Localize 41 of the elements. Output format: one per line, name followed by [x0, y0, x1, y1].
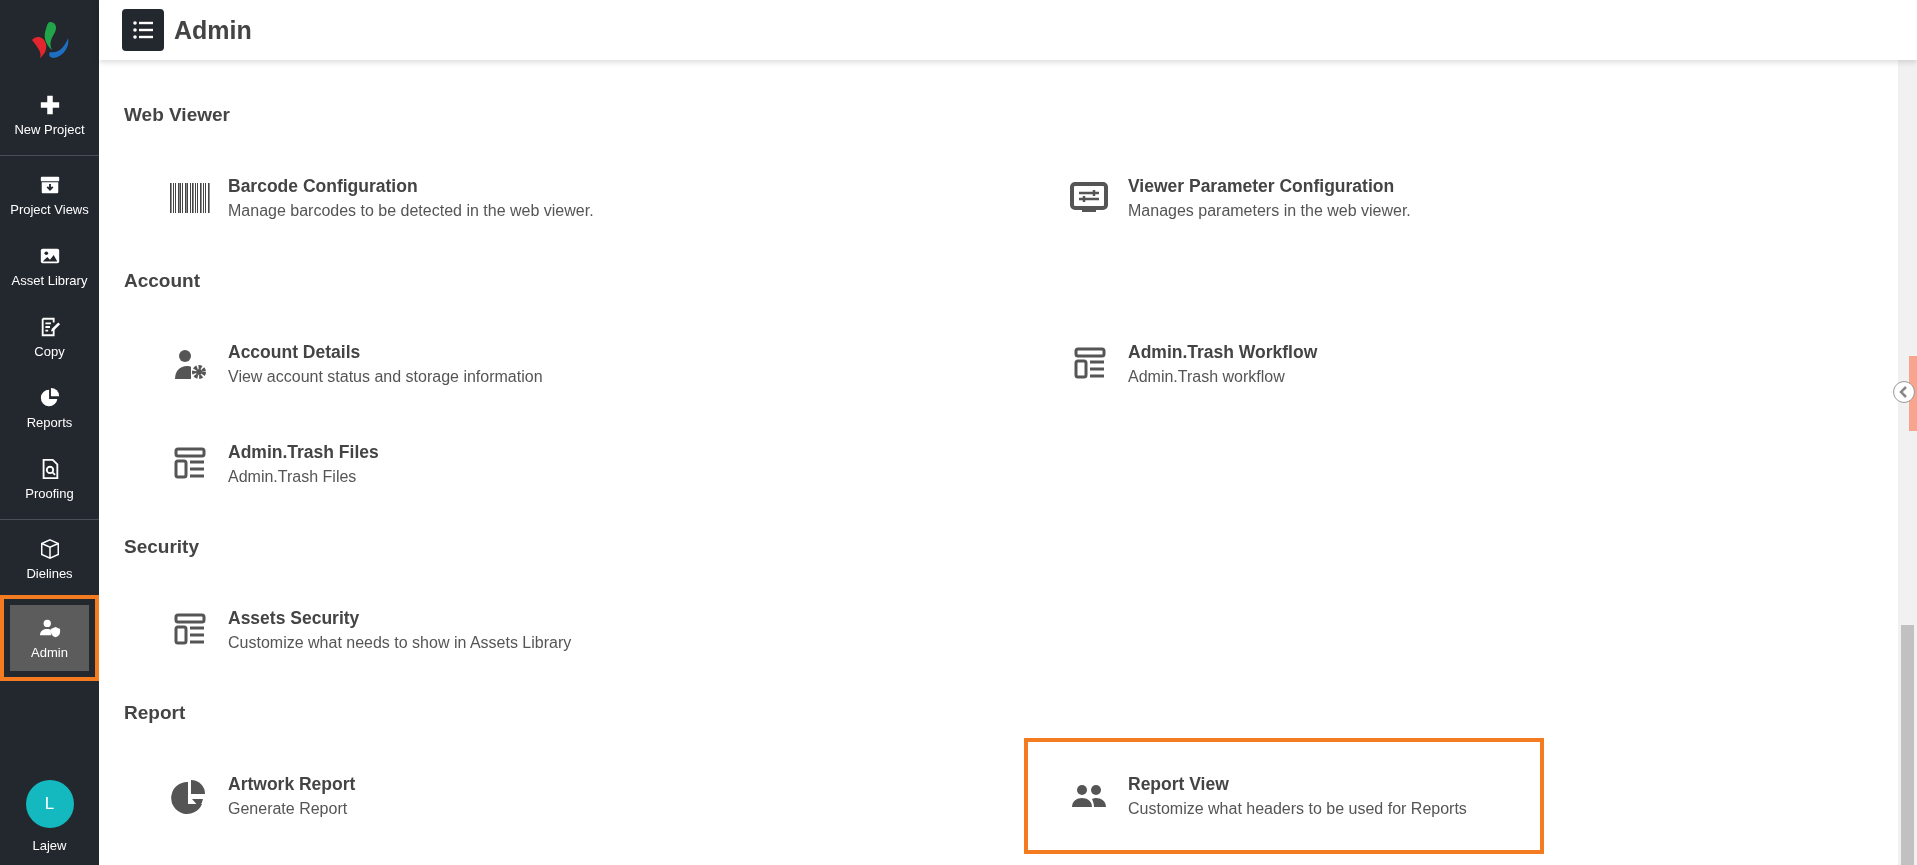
sidebar-item[interactable]: Asset Library [0, 231, 99, 302]
section-heading: Security [124, 536, 199, 558]
side-panel-tab[interactable] [1909, 356, 1917, 431]
card-title: Viewer Parameter Configuration [1128, 176, 1396, 197]
collapse-button[interactable] [1893, 381, 1915, 403]
plus-icon [38, 94, 61, 116]
sidebar-item[interactable]: Project Views [0, 160, 99, 231]
card-title: Barcode Configuration [228, 176, 419, 197]
card-title: Admin.Trash Workflow [1128, 342, 1318, 363]
settings-card[interactable]: Report View Customize what headers to be used for Reports [1024, 738, 1544, 854]
card-description: Customize what headers to be used for Reports [1128, 800, 1467, 818]
card-title: Artwork Report [228, 774, 356, 795]
card-title: Account Details [228, 342, 362, 363]
card-title: Admin.Trash Files [228, 442, 379, 463]
pie-icon [38, 387, 61, 409]
card-description: Generate Report [228, 800, 349, 818]
page-title: Admin [174, 15, 252, 45]
sidebar-item[interactable]: Proofing [0, 444, 99, 515]
card-description: Manages parameters in the web viewer. [1128, 202, 1411, 220]
card-description: View account status and storage information [228, 368, 543, 386]
menu-button[interactable] [122, 9, 164, 51]
section-heading: Report [124, 702, 186, 724]
user-name: Lajew [32, 838, 67, 853]
archive-icon [38, 174, 61, 196]
scrollbar[interactable] [1898, 60, 1917, 865]
sidebar-item[interactable]: Dielines [0, 524, 99, 595]
card-description: Admin.Trash workflow [1128, 368, 1286, 386]
sidebar-item[interactable]: New Project [0, 80, 99, 151]
section-heading: Account [124, 270, 200, 292]
card-title: Assets Security [228, 608, 361, 629]
chevron-left-icon [1899, 386, 1909, 398]
sidebar-item[interactable]: Reports [0, 373, 99, 444]
card-description: Manage barcodes to be detected in the web viewer. [228, 202, 594, 220]
box-icon [38, 538, 61, 560]
section-heading: Web Viewer [124, 104, 230, 126]
sidebar-item[interactable]: Copy [0, 302, 99, 373]
card-description: Admin.Trash Files [228, 468, 358, 486]
card-title: Report View [1128, 774, 1230, 795]
list-icon [133, 21, 153, 39]
sidebar-item[interactable]: Admin [0, 595, 99, 681]
card-description: Customize what needs to show in Assets Library [228, 634, 572, 652]
